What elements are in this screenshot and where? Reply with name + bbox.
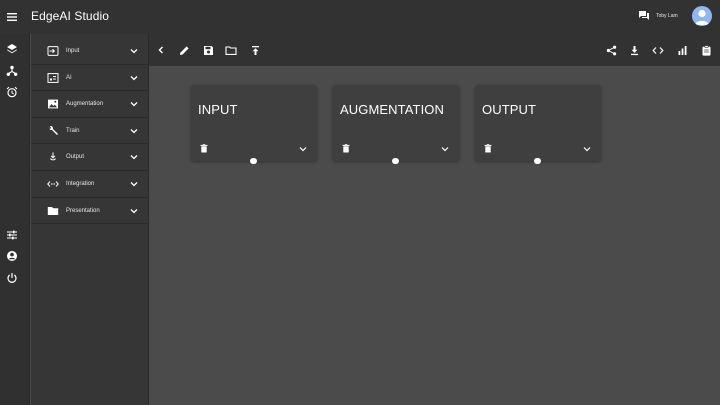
download-icon [630, 45, 638, 55]
flow-network-icon [6, 65, 18, 76]
input-icon [47, 46, 59, 56]
upload-icon [251, 45, 259, 55]
library-item-label: Augmentation [66, 101, 104, 108]
rail-power-button[interactable] [5, 271, 19, 285]
output-port[interactable] [392, 158, 399, 164]
chat-icon [639, 11, 649, 20]
wrench-icon [47, 125, 59, 136]
share-button[interactable] [604, 43, 618, 57]
chevron-down-icon [299, 147, 307, 152]
rail-alarm-button[interactable] [5, 85, 19, 99]
navigation-rail [0, 34, 30, 405]
alarm-clock-icon [6, 86, 18, 98]
image-icon [47, 99, 59, 109]
folder-icon [47, 206, 59, 216]
clipboard-icon [702, 44, 710, 56]
power-icon [7, 273, 17, 283]
chevron-down-icon[interactable] [130, 207, 138, 215]
user-avatar-icon [695, 9, 709, 25]
expand-node-button[interactable] [441, 145, 449, 153]
view-code-button[interactable] [651, 43, 665, 57]
app-bar: EdgeAI Studio Toby Lam [0, 0, 720, 34]
rail-account-button[interactable] [5, 249, 19, 263]
trash-icon [200, 144, 208, 153]
delete-node-button[interactable] [484, 144, 492, 153]
save-button[interactable] [201, 43, 215, 57]
account-circle-icon [7, 251, 17, 261]
chevron-down-icon [441, 147, 449, 152]
trash-icon [342, 144, 350, 153]
chevron-down-icon[interactable] [130, 74, 138, 82]
library-item-train[interactable]: Train [31, 118, 148, 145]
chevron-left-icon [158, 46, 163, 54]
output-port[interactable] [534, 158, 541, 164]
statistics-button[interactable] [675, 43, 689, 57]
app-title: EdgeAI Studio [31, 9, 110, 23]
expand-node-button[interactable] [299, 145, 307, 153]
delete-node-button[interactable] [200, 144, 208, 153]
download-button[interactable] [627, 43, 641, 57]
library-item-presentation[interactable]: Presentation [31, 198, 148, 225]
chevron-down-icon[interactable] [130, 180, 138, 188]
flow-node-augmentation[interactable]: AUGMENTATION [333, 85, 459, 164]
chevron-down-icon[interactable] [130, 47, 138, 55]
node-title: AUGMENTATION [340, 102, 444, 117]
hamburger-menu-icon [7, 13, 17, 21]
chevron-down-icon[interactable] [130, 100, 138, 108]
memory-chip-icon [47, 72, 59, 83]
library-item-ai[interactable]: AI [31, 65, 148, 92]
library-item-label: AI [66, 74, 72, 81]
code-icon [652, 46, 664, 54]
delete-node-button[interactable] [342, 144, 350, 153]
flow-node-input[interactable]: INPUT [191, 85, 317, 164]
folder-open-icon [225, 45, 237, 55]
library-item-augmentation[interactable]: Augmentation [31, 91, 148, 118]
collapse-panel-button[interactable] [154, 43, 168, 57]
output-port[interactable] [250, 158, 257, 164]
node-title: OUTPUT [482, 102, 537, 117]
library-item-label: Presentation [66, 207, 100, 214]
trash-icon [484, 144, 492, 153]
open-folder-button[interactable] [224, 43, 238, 57]
edit-button[interactable] [177, 43, 191, 57]
clipboard-button[interactable] [699, 43, 713, 57]
library-item-label: Input [66, 48, 80, 54]
chevron-down-icon[interactable] [130, 127, 138, 135]
node-title: INPUT [198, 102, 238, 117]
flow-canvas[interactable]: INPUT AUGMENTATION OUTPUT [149, 66, 720, 405]
flow-node-output[interactable]: OUTPUT [475, 85, 601, 164]
code-icon [47, 179, 59, 189]
expand-node-button[interactable] [583, 145, 591, 153]
pencil-icon [179, 45, 189, 55]
tune-sliders-icon [7, 230, 17, 240]
upload-button[interactable] [248, 43, 262, 57]
node-library-panel: Input AI Augmentation Train Output Integ… [31, 34, 149, 405]
menu-button[interactable] [0, 0, 24, 34]
user-name: Toby Lam [656, 13, 678, 19]
floppy-disk-icon [203, 45, 213, 55]
share-icon [606, 45, 616, 55]
library-item-label: Train [66, 127, 80, 134]
chat-button[interactable] [638, 10, 650, 22]
library-item-label: Integration [66, 181, 95, 187]
download-icon [47, 152, 59, 162]
chevron-down-icon[interactable] [130, 153, 138, 161]
rail-flow-button[interactable] [5, 64, 19, 78]
avatar[interactable] [692, 6, 712, 26]
library-item-input[interactable]: Input [31, 38, 148, 65]
chevron-down-icon [583, 147, 591, 152]
editor-toolbar [149, 34, 720, 66]
library-item-integration[interactable]: Integration [31, 171, 148, 198]
rail-layers-button[interactable] [5, 42, 19, 56]
layers-icon [7, 44, 17, 54]
rail-settings-button[interactable] [5, 228, 19, 242]
library-item-label: Output [66, 154, 85, 161]
library-item-output[interactable]: Output [31, 144, 148, 171]
bar-chart-icon [678, 45, 686, 55]
